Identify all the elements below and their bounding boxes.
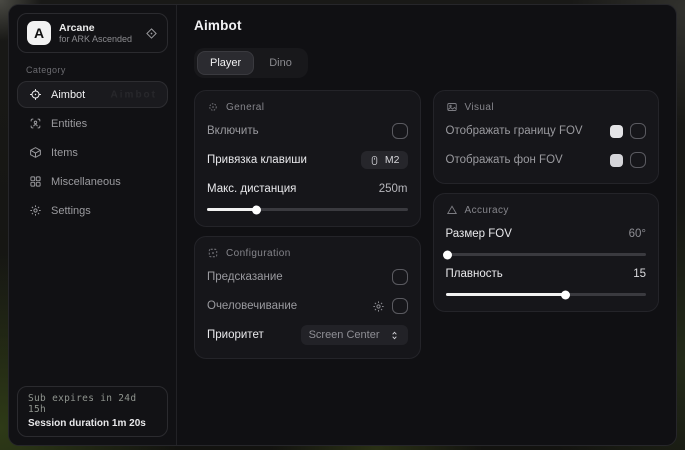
sidebar-nav: Aimbot Aimbot Entities Item [17,81,168,224]
visual-icon [446,101,458,113]
keybind-button[interactable]: M2 [361,151,408,169]
smoothness-slider[interactable] [446,293,647,296]
accuracy-card-title: Accuracy [465,205,509,216]
configuration-icon [207,247,219,259]
humanization-settings-gear-icon[interactable] [372,300,385,313]
fov-bg-row: Отображать фон FOV [446,149,647,171]
fov-bg-checkbox[interactable] [630,152,646,168]
gear-icon [29,204,42,217]
crosshair-icon [29,88,42,101]
smoothness-value: 15 [633,268,646,280]
accuracy-triangle-icon [446,204,458,216]
sidebar-item-settings[interactable]: Settings [17,197,168,224]
fov-size-value: 60° [629,228,646,240]
configuration-card: Configuration Предсказание Очеловечивани… [194,236,421,359]
enable-row: Включить [207,120,408,142]
sidebar-item-label: Aimbot [51,89,85,101]
max-distance-row: Макс. дистанция 250m [207,178,408,200]
keybind-label: Привязка клавиши [207,154,307,166]
humanization-checkbox[interactable] [392,298,408,314]
sub-expires-text: Sub expires in 24d 15h [28,393,157,415]
general-crosshair-icon [207,101,219,113]
smoothness-label: Плавность [446,268,503,280]
humanization-label: Очеловечивание [207,300,297,312]
fov-border-checkbox[interactable] [630,123,646,139]
mouse-icon [369,155,380,166]
grid-icon [29,175,42,188]
tab-player[interactable]: Player [197,51,254,75]
sidebar-item-entities[interactable]: Entities [17,110,168,137]
priority-dropdown[interactable]: Screen Center [301,325,408,345]
enable-label: Включить [207,125,259,137]
fov-bg-label: Отображать фон FOV [446,154,563,166]
configuration-card-title: Configuration [226,248,291,259]
fov-bg-color-swatch[interactable] [610,154,623,167]
slider-handle[interactable] [561,290,570,299]
app-header: A Arcane for ARK Ascended [17,13,168,53]
max-distance-slider[interactable] [207,208,408,211]
subscription-info: Sub expires in 24d 15h Session duration … [17,386,168,437]
fov-size-slider[interactable] [446,253,647,256]
prediction-checkbox[interactable] [392,269,408,285]
fov-size-label: Размер FOV [446,228,512,240]
humanization-row: Очеловечивание [207,295,408,317]
sidebar-item-label: Miscellaneous [51,176,121,188]
page-title: Aimbot [194,18,659,33]
app-name: Arcane [59,22,132,34]
app-window: A Arcane for ARK Ascended Category Aimbo… [8,4,677,446]
aimbot-ghost-watermark: Aimbot [111,89,157,100]
slider-handle[interactable] [443,250,452,259]
tab-bar: Player Dino [194,48,308,78]
sidebar-item-label: Items [51,147,78,159]
prediction-label: Предсказание [207,271,283,283]
category-label: Category [26,65,168,75]
sidebar-item-items[interactable]: Items [17,139,168,166]
fov-border-row: Отображать границу FOV [446,120,647,142]
accuracy-card: Accuracy Размер FOV 60° Плавность 15 [433,193,660,312]
general-card-title: General [226,102,264,113]
visual-card: Visual Отображать границу FOV Отображать… [433,90,660,184]
sidebar-item-aimbot[interactable]: Aimbot Aimbot [17,81,168,108]
sidebar-item-miscellaneous[interactable]: Miscellaneous [17,168,168,195]
main-panel: Aimbot Player Dino General [177,5,676,445]
max-distance-label: Макс. дистанция [207,183,296,195]
chevrons-up-down-icon [389,330,400,341]
app-logo: A [27,21,51,45]
box-icon [29,146,42,159]
keybind-value: M2 [385,154,400,166]
slider-handle[interactable] [252,205,261,214]
sidebar: A Arcane for ARK Ascended Category Aimbo… [9,5,177,445]
sidebar-item-label: Entities [51,118,87,130]
fov-size-row: Размер FOV 60° [446,223,647,245]
visual-card-title: Visual [465,102,494,113]
smoothness-row: Плавность 15 [446,263,647,285]
enable-checkbox[interactable] [392,123,408,139]
priority-label: Приоритет [207,329,264,341]
prediction-row: Предсказание [207,266,408,288]
general-card: General Включить Привязка клавиши [194,90,421,227]
app-subtitle: for ARK Ascended [59,34,132,44]
sidebar-item-label: Settings [51,205,91,217]
session-duration-text: Session duration 1m 20s [28,418,157,429]
keybind-row: Привязка клавиши M2 [207,149,408,171]
tab-dino[interactable]: Dino [256,51,305,75]
target-icon[interactable] [145,27,158,40]
priority-row: Приоритет Screen Center [207,324,408,346]
fov-border-color-swatch[interactable] [610,125,623,138]
priority-selected-value: Screen Center [309,329,380,341]
fov-border-label: Отображать границу FOV [446,125,583,137]
entities-scan-icon [29,117,42,130]
max-distance-value: 250m [379,183,408,195]
